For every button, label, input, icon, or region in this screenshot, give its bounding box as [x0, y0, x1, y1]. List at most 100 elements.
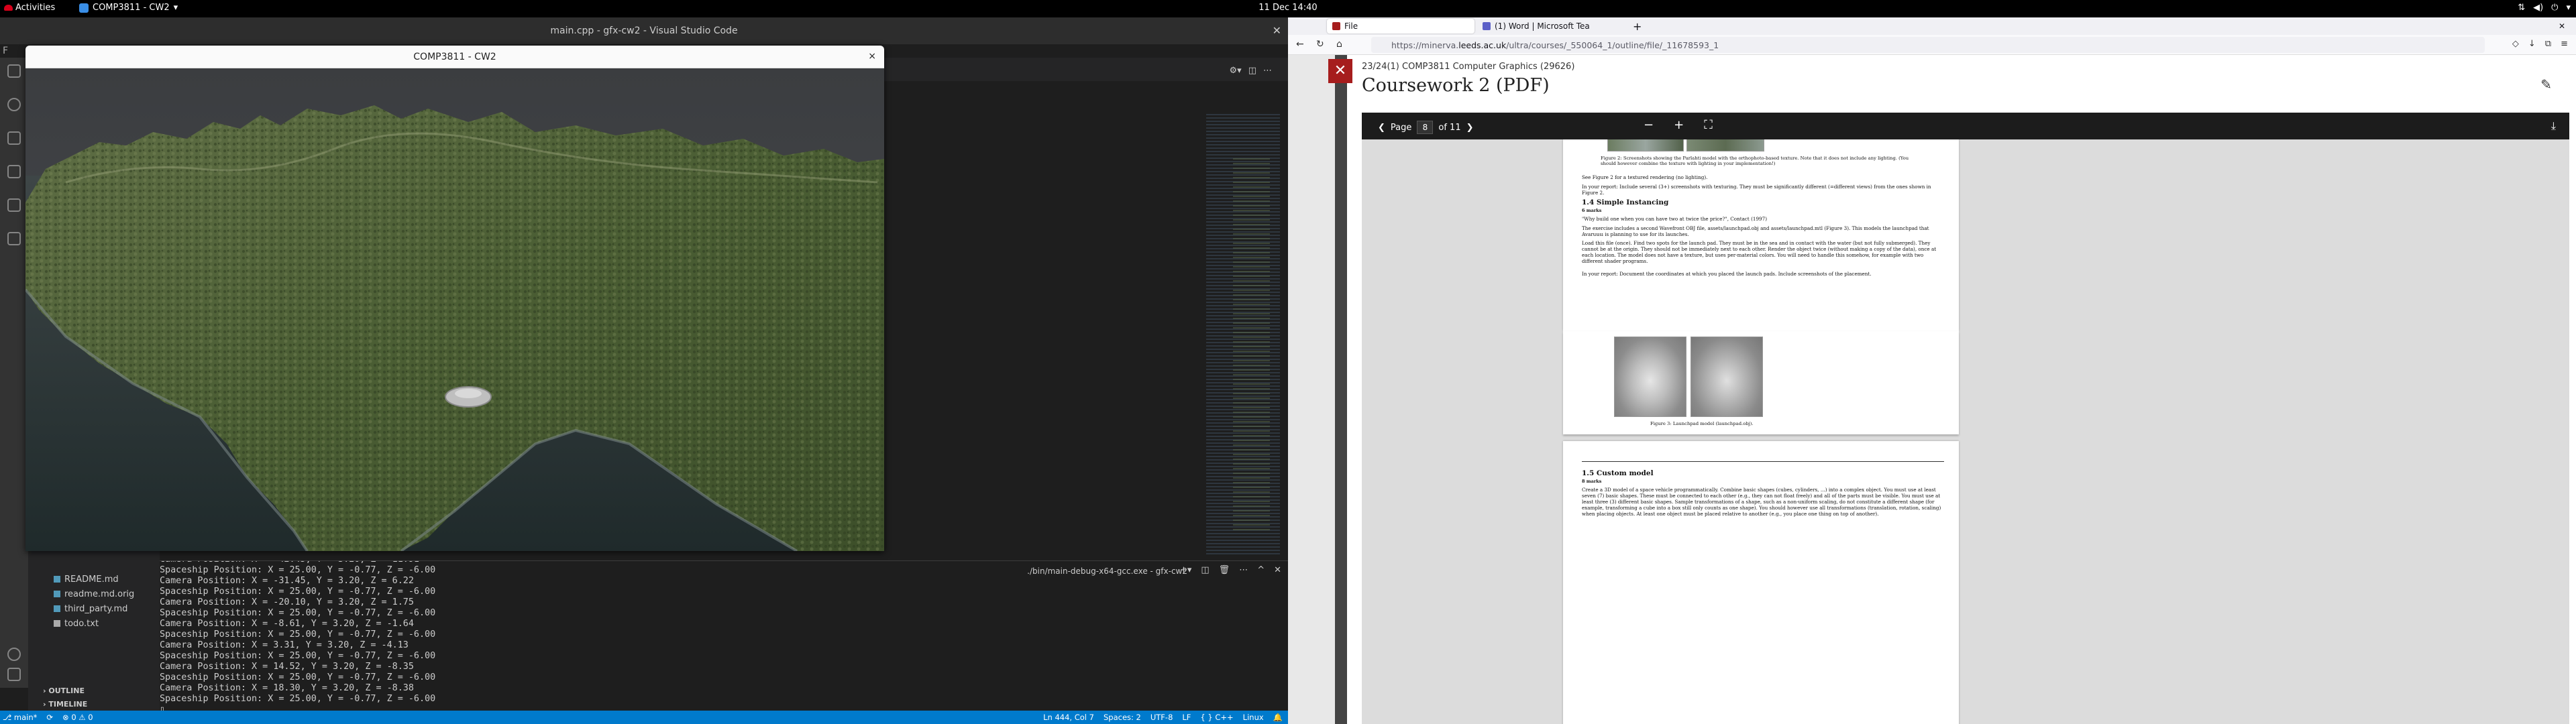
activities-button[interactable]: Activities [4, 3, 55, 13]
background-overlay [1335, 55, 1347, 724]
download-icon[interactable]: ⤓ [2551, 119, 2556, 133]
ai-assistant-icon[interactable]: ✎ [2540, 76, 2552, 93]
bell-icon[interactable]: 🔔 [1273, 713, 1283, 722]
close-icon[interactable]: ✕ [1273, 24, 1281, 37]
page-number-input[interactable]: 8 [1417, 121, 1434, 134]
system-top-bar: Activities COMP3811 - CW2 ▾ 11 Dec 14:40… [0, 0, 2576, 17]
zoom-in-icon[interactable]: + [1674, 118, 1684, 132]
document-title: Coursework 2 (PDF) [1362, 75, 1550, 96]
language-mode[interactable]: { } C++ [1200, 713, 1233, 722]
pdf-scroll-area[interactable]: Figure 2: Screenshots showing the Parlah… [1362, 139, 2569, 724]
browser-tab[interactable]: (1) Word | Microsoft Tea [1477, 19, 1625, 34]
os-indicator[interactable]: Linux [1243, 713, 1264, 722]
more-icon[interactable]: ⋯ [1263, 66, 1272, 76]
next-page-icon[interactable]: ❯ [1466, 123, 1474, 133]
toolbar-icons: ◇ ↓ ⧉ ≡ [2512, 39, 2568, 49]
terminal-panel[interactable]: Camera Position: X = -42.45, Y = 3.20, Z… [160, 560, 1288, 715]
system-tray[interactable]: ⇅ ◀) ⏻ ▾ [2518, 3, 2571, 13]
encoding[interactable]: UTF-8 [1150, 713, 1173, 722]
sync-icon[interactable]: ⟳ [46, 713, 53, 722]
terminal-line: Spaceship Position: X = 25.00, Y = -0.77… [160, 694, 436, 704]
3d-terrain-viewport[interactable] [25, 68, 884, 551]
background-course-page [1288, 55, 1335, 724]
terminal-line: Spaceship Position: X = 25.00, Y = -0.77… [160, 587, 436, 597]
search-icon[interactable] [7, 98, 21, 111]
file-item[interactable]: README.md [54, 572, 119, 586]
pdf-page: Figure 2: Screenshots showing the Parlah… [1563, 139, 1959, 331]
file-item[interactable]: readme.md.orig [54, 587, 134, 601]
app-icon [79, 3, 89, 13]
tab-title: (1) Word | Microsoft Tea [1495, 21, 1590, 31]
terminal-line: Spaceship Position: X = 25.00, Y = -0.77… [160, 672, 436, 682]
close-icon[interactable]: × [868, 51, 876, 62]
gear-icon[interactable] [7, 668, 21, 681]
timeline-section[interactable]: › TIMELINE [43, 700, 87, 709]
cursor-position[interactable]: Ln 444, Col 7 [1043, 713, 1094, 722]
add-terminal-icon[interactable]: +▾ [1180, 565, 1191, 575]
browser-tab-bar: File (1) Word | Microsoft Tea + ✕ [1288, 17, 2576, 35]
extensions-icon[interactable] [7, 198, 21, 212]
firefox-window: File (1) Word | Microsoft Tea + ✕ ← ↻ ⌂ … [1288, 17, 2576, 724]
more-icon[interactable]: ⋯ [1239, 565, 1248, 575]
run-debug-icon[interactable] [7, 165, 21, 178]
pdf-page-continued: Figure 3: Launchpad model (launchpad.obj… [1563, 331, 1959, 434]
branch-indicator[interactable]: ⎇ main* [3, 713, 37, 722]
url-bar[interactable]: https://minerva. leeds.ac.uk/ultra/course… [1371, 37, 2485, 53]
page-content: ✕ 23/24(1) COMP3811 Computer Graphics (2… [1288, 55, 2576, 724]
line-ending[interactable]: LF [1182, 713, 1191, 722]
close-icon[interactable]: ✕ [2553, 19, 2569, 34]
split-editor-icon[interactable]: ◫ [1248, 66, 1256, 76]
problems-indicator[interactable]: ⊗ 0 ⚠ 0 [62, 713, 93, 722]
zoom-out-icon[interactable]: − [1644, 118, 1654, 132]
page-rule [1582, 461, 1944, 462]
trash-icon[interactable]: 🗑 [1219, 565, 1230, 575]
file-item[interactable]: third_party.md [54, 602, 127, 615]
pocket-icon[interactable]: ◇ [2512, 39, 2519, 49]
browser-tab[interactable]: File [1327, 19, 1474, 34]
paragraph: See Figure 2 for a textured rendering (n… [1582, 174, 1708, 180]
terminal-line: Spaceship Position: X = 25.00, Y = -0.77… [160, 629, 436, 640]
course-name: 23/24(1) COMP3811 Computer Graphics (296… [1362, 62, 1575, 72]
new-tab-button[interactable]: + [1627, 19, 1648, 34]
terminal-line: Camera Position: X = 3.31, Y = 3.20, Z =… [160, 640, 409, 650]
pdf-page: 1.5 Custom model 8 marks Create a 3D mod… [1563, 441, 1959, 724]
home-icon[interactable]: ⌂ [1336, 39, 1342, 50]
close-panel-icon[interactable]: ✕ [1274, 565, 1281, 575]
run-icon[interactable]: ⚙▾ [1230, 66, 1242, 76]
opengl-titlebar: COMP3811 - CW2 × [25, 46, 884, 68]
outline-section[interactable]: › OUTLINE [43, 686, 85, 695]
source-control-icon[interactable] [7, 131, 21, 145]
split-terminal-icon[interactable]: ◫ [1201, 565, 1209, 575]
menu-icon[interactable]: ≡ [2561, 39, 2568, 49]
downloads-icon[interactable]: ↓ [2528, 39, 2536, 49]
file-viewer-panel: 23/24(1) COMP3811 Computer Graphics (296… [1355, 55, 2576, 724]
explorer-icon[interactable] [7, 64, 21, 78]
prev-page-icon[interactable]: ❮ [1378, 123, 1385, 133]
maximize-panel-icon[interactable]: ^ [1257, 565, 1265, 575]
file-name: todo.txt [64, 618, 99, 629]
section-heading: 1.5 Custom model [1582, 469, 1654, 477]
terminal-tab[interactable]: ./bin/main-debug-x64-gcc.exe - gfx-cw2 [1027, 566, 1187, 576]
figure-3-image-right [1690, 337, 1763, 417]
terminal-line: Camera Position: X = -20.10, Y = 3.20, Z… [160, 597, 414, 607]
close-icon[interactable]: ✕ [1328, 59, 1352, 83]
clock[interactable]: 11 Dec 14:40 [1248, 3, 1328, 13]
extensions-icon[interactable]: ⧉ [2545, 39, 2551, 49]
fullscreen-icon[interactable]: ⛶ [1704, 118, 1713, 132]
reload-icon[interactable]: ↻ [1316, 39, 1324, 50]
indentation[interactable]: Spaces: 2 [1104, 713, 1141, 722]
back-icon[interactable]: ← [1296, 39, 1304, 50]
network-icon: ⇅ [2518, 3, 2526, 13]
page-total: of 11 [1438, 122, 1461, 133]
account-icon[interactable] [7, 648, 21, 661]
figure-2-image-left [1607, 139, 1684, 152]
page-navigation: ❮ Page 8 of 11 ❯ [1378, 121, 1474, 134]
remote-icon[interactable] [7, 232, 21, 245]
app-menu-button[interactable]: COMP3811 - CW2 ▾ [79, 3, 178, 13]
terminal-actions: +▾ ◫ 🗑 ⋯ ^ ✕ [1180, 565, 1281, 575]
file-item[interactable]: todo.txt [54, 617, 99, 630]
figure-3-image-left [1614, 337, 1686, 417]
menu-file[interactable]: F [3, 46, 8, 56]
markdown-file-icon [54, 605, 60, 612]
launchpad-top [455, 389, 482, 398]
